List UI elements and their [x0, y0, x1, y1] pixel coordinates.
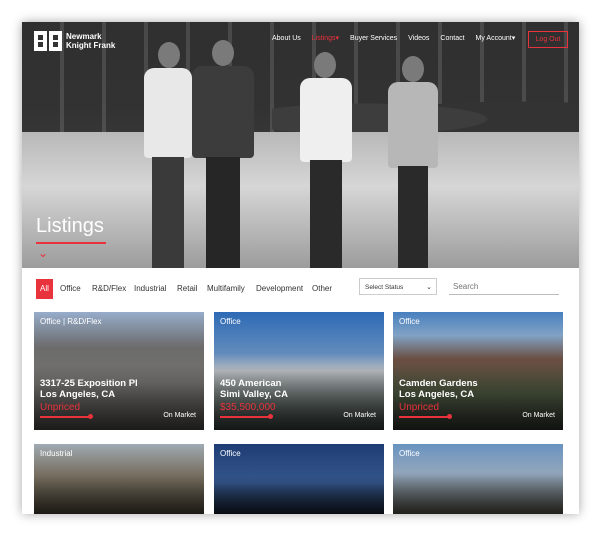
price-underline: [399, 416, 449, 418]
listing-category: Industrial: [40, 449, 73, 458]
brand-name-line2: Knight Frank: [66, 41, 116, 50]
status-select[interactable]: Select Status ⌄: [359, 278, 437, 295]
hero-person-1: [144, 42, 194, 268]
main-nav: About Us Listings▾ Buyer Services Videos…: [272, 34, 516, 43]
filter-tab-industrial[interactable]: Industrial: [134, 279, 166, 299]
top-navigation-bar: Newmark Knight Frank About Us Listings▾ …: [22, 22, 579, 60]
listing-price: Unpriced: [399, 402, 440, 413]
listing-card[interactable]: Industrial: [34, 444, 204, 514]
nav-listings[interactable]: Listings▾: [312, 34, 339, 42]
page-title-underline: [36, 242, 106, 244]
listing-status: On Market: [522, 412, 555, 419]
filter-tab-all[interactable]: All: [36, 279, 53, 299]
listing-category: Office: [220, 317, 241, 326]
filter-tab-development[interactable]: Development: [256, 279, 303, 299]
brand-logo[interactable]: Newmark Knight Frank: [34, 31, 115, 51]
listing-card[interactable]: Office Camden Gardens Los Angeles, CA Un…: [393, 312, 563, 430]
hero-banner: Newmark Knight Frank About Us Listings▾ …: [22, 22, 579, 268]
listing-filters: All Office R&D/Flex Industrial Retail Mu…: [22, 268, 579, 308]
brand-logo-icon: [34, 31, 62, 51]
listing-card[interactable]: Office: [214, 444, 384, 514]
chevron-down-icon[interactable]: ⌄: [38, 247, 48, 259]
nav-buyer-services[interactable]: Buyer Services: [350, 35, 397, 42]
price-underline-dot: [268, 414, 273, 419]
price-underline-dot: [447, 414, 452, 419]
filter-tab-office[interactable]: Office: [60, 279, 81, 299]
price-underline: [40, 416, 90, 418]
listing-address-line2: Los Angeles, CA: [40, 389, 116, 400]
listing-category: Office: [399, 317, 420, 326]
listing-price: Unpriced: [40, 402, 81, 413]
price-underline-dot: [88, 414, 93, 419]
chevron-down-icon: ▾: [335, 35, 340, 42]
logout-button[interactable]: Log Out: [528, 31, 568, 48]
filter-tab-other[interactable]: Other: [312, 279, 332, 299]
price-underline: [220, 416, 270, 418]
hero-person-2: [192, 40, 254, 268]
brand-name-line1: Newmark: [66, 32, 102, 41]
nav-my-account-label: My Account: [475, 35, 512, 42]
listing-category: Office | R&D/Flex: [40, 317, 102, 326]
status-select-value: Select Status: [365, 284, 404, 291]
listing-status: On Market: [163, 412, 196, 419]
listing-address-line1: Camden Gardens: [399, 378, 478, 389]
listing-card[interactable]: Office | R&D/Flex 3317-25 Exposition Pl …: [34, 312, 204, 430]
filter-tab-retail[interactable]: Retail: [177, 279, 197, 299]
chevron-down-icon: ▾: [511, 35, 516, 42]
listing-card[interactable]: Office: [393, 444, 563, 514]
search-input[interactable]: [449, 278, 559, 295]
filter-tab-multifamily[interactable]: Multifamily: [207, 279, 245, 299]
listing-address-line1: 3317-25 Exposition Pl: [40, 378, 138, 389]
listing-address-line2: Los Angeles, CA: [399, 389, 475, 400]
nav-videos[interactable]: Videos: [408, 35, 429, 42]
listing-card[interactable]: Office 450 American Simi Valley, CA $35,…: [214, 312, 384, 430]
page-title: Listings: [36, 215, 104, 237]
nav-my-account[interactable]: My Account▾: [476, 34, 516, 42]
hero-person-4: [388, 56, 438, 268]
filter-tab-rd-flex[interactable]: R&D/Flex: [92, 279, 126, 299]
listing-address-line2: Simi Valley, CA: [220, 389, 288, 400]
browser-frame: Newmark Knight Frank About Us Listings▾ …: [22, 22, 579, 514]
listing-address-line1: 450 American: [220, 378, 282, 389]
nav-listings-label: Listings: [311, 35, 336, 42]
hero-person-3: [300, 52, 352, 268]
listing-status: On Market: [343, 412, 376, 419]
listing-category: Office: [399, 449, 420, 458]
listing-category: Office: [220, 449, 241, 458]
nav-contact[interactable]: Contact: [440, 35, 464, 42]
chevron-down-icon: ⌄: [426, 284, 432, 291]
listing-price: $35,500,000: [220, 402, 276, 413]
nav-about-us[interactable]: About Us: [272, 35, 301, 42]
